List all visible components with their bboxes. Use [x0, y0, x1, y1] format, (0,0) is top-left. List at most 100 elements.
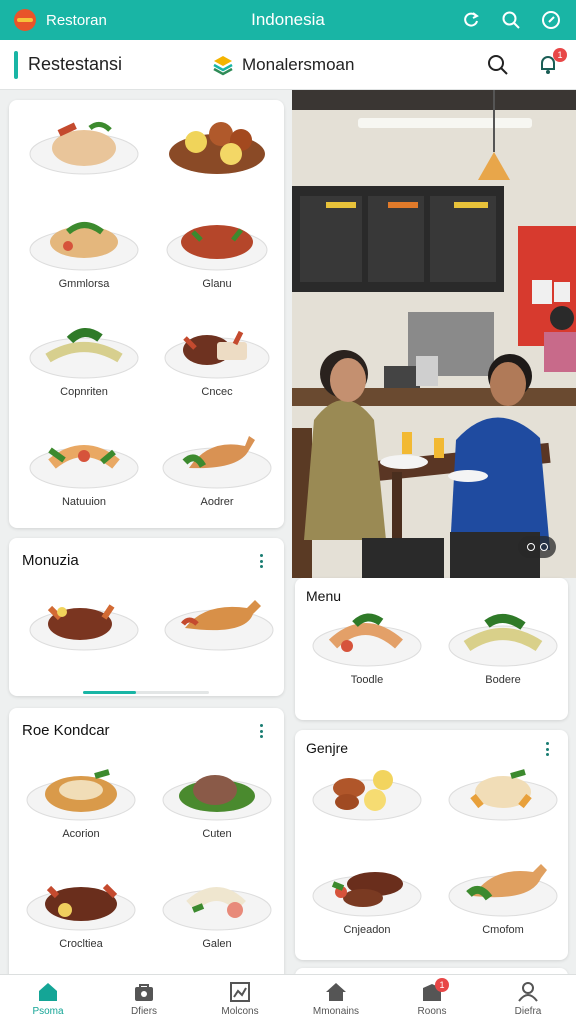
monuzia-card: Monuzia — [9, 538, 284, 696]
notification-badge: 1 — [553, 47, 567, 62]
dish-image — [161, 762, 273, 822]
nav-label: Psoma — [32, 1006, 64, 1017]
dish-item[interactable]: Cuten — [157, 762, 277, 840]
dish-image — [161, 430, 273, 490]
dish-item[interactable]: Copnriten — [24, 320, 144, 398]
dish-item[interactable]: Gmmlorsa — [24, 212, 144, 290]
compass-icon[interactable] — [540, 9, 562, 31]
bag-icon — [133, 982, 155, 1002]
dish-image — [28, 592, 140, 652]
profile-icon — [517, 982, 539, 1002]
dish-image — [161, 872, 273, 932]
dish-label: Aodrer — [200, 496, 234, 508]
refresh-icon[interactable] — [460, 9, 482, 31]
record-icon — [539, 543, 548, 551]
dish-item[interactable] — [159, 592, 279, 652]
dish-image — [25, 872, 137, 932]
dish-item[interactable]: Natuuion — [24, 430, 144, 508]
dish-item[interactable]: Glanu — [157, 212, 277, 290]
card-title: Menu — [306, 588, 342, 604]
layers-logo-icon — [212, 54, 234, 76]
nav-label: Dfiers — [130, 1006, 158, 1017]
roe-kondcar-card: Roe Kondcar Acorion Cuten Crocltiea Gale… — [9, 708, 284, 998]
genjre-card: Genjre Cnjeadon Cmofom — [295, 730, 568, 960]
dish-label: Cncec — [201, 386, 233, 398]
dish-label: Bodere — [485, 674, 521, 686]
nav-item-molcons[interactable]: Molcons — [192, 975, 288, 1024]
dish-image — [447, 608, 559, 668]
dish-item[interactable]: Crocltiea — [21, 872, 141, 950]
dish-item[interactable]: Cnjeadon — [307, 858, 427, 936]
nav-item-diefra[interactable]: Diefra — [480, 975, 576, 1024]
section-switcher[interactable]: Monalersmoan — [212, 54, 354, 76]
nav-item-dfiers[interactable]: Dfiers — [96, 975, 192, 1024]
dish-item[interactable]: Galen — [157, 872, 277, 950]
dish-image — [163, 592, 275, 652]
dish-image — [28, 212, 140, 272]
dish-item[interactable] — [24, 592, 144, 652]
dish-image — [447, 858, 559, 918]
dish-label: Natuuion — [61, 496, 107, 508]
dish-image — [28, 430, 140, 490]
camera-icon — [526, 543, 535, 551]
nav-label: Molcons — [221, 1006, 259, 1017]
search-button[interactable] — [484, 51, 512, 79]
dish-item[interactable]: Acorion — [21, 762, 141, 840]
more-menu-icon[interactable] — [258, 724, 264, 738]
dish-item[interactable]: Toodle — [307, 608, 427, 686]
photo-controls[interactable] — [518, 536, 556, 558]
dish-image — [311, 858, 423, 918]
top-bar: Restestansi Monalersmoan 1 — [0, 40, 576, 90]
dish-label: Crocltiea — [59, 938, 103, 950]
dish-grid-card: Gmmlorsa Glanu Copnriten Cncec Natuuion … — [9, 100, 284, 528]
more-menu-icon[interactable] — [258, 554, 264, 568]
app-name: Restoran — [46, 11, 107, 29]
notifications-button[interactable]: 1 — [534, 47, 567, 79]
dish-label: Cnjeadon — [343, 924, 391, 936]
search-icon[interactable] — [500, 9, 522, 31]
dish-label: Gmmlorsa — [58, 278, 110, 290]
dish-label: Toodle — [350, 674, 384, 686]
dish-image — [161, 320, 273, 380]
dish-item[interactable]: Cncec — [157, 320, 277, 398]
dish-image — [28, 320, 140, 380]
section-label: Monalersmoan — [242, 54, 355, 74]
restaurant-photo[interactable] — [292, 90, 576, 578]
restaurant-logo-icon — [14, 9, 36, 31]
dish-label: Copnriten — [60, 386, 108, 398]
nav-label: Diefra — [514, 1006, 542, 1017]
dish-image — [447, 762, 559, 822]
card-title: Roe Kondcar — [22, 722, 110, 739]
dish-image — [311, 608, 423, 668]
dish-image — [311, 762, 423, 822]
page-title: Restestansi — [28, 54, 123, 74]
dish-item[interactable] — [443, 762, 563, 828]
title-accent — [14, 50, 18, 79]
search-icon — [488, 54, 508, 75]
carousel-progress-fill — [83, 691, 136, 694]
dish-image — [161, 212, 273, 272]
dish-item[interactable]: Aodrer — [157, 430, 277, 508]
menu-card: Menu Toodle Bodere — [295, 578, 568, 720]
card-title: Genjre — [306, 740, 349, 756]
carousel-progress — [83, 691, 209, 694]
dish-image — [28, 116, 140, 176]
bottom-nav: Psoma Dfiers Molcons Mmonains 1 Roons Di… — [0, 974, 576, 1024]
nav-item-psoma[interactable]: Psoma — [0, 975, 96, 1024]
card-title: Monuzia — [22, 552, 79, 569]
dish-item[interactable] — [24, 116, 144, 182]
home-icon — [37, 982, 59, 1002]
nav-item-roons[interactable]: 1 Roons — [384, 975, 480, 1024]
nav-label: Roons — [417, 1006, 447, 1017]
house-icon — [325, 982, 347, 1002]
dish-item[interactable]: Bodere — [443, 608, 563, 686]
dish-item[interactable] — [157, 116, 277, 182]
gallery-icon — [229, 982, 251, 1002]
dish-item[interactable] — [307, 762, 427, 828]
nav-item-mmonains[interactable]: Mmonains — [288, 975, 384, 1024]
dish-image — [161, 116, 273, 176]
nav-badge: 1 — [435, 978, 449, 992]
inbox-icon: 1 — [421, 978, 449, 1002]
more-menu-icon[interactable] — [544, 742, 550, 756]
dish-item[interactable]: Cmofom — [443, 858, 563, 936]
